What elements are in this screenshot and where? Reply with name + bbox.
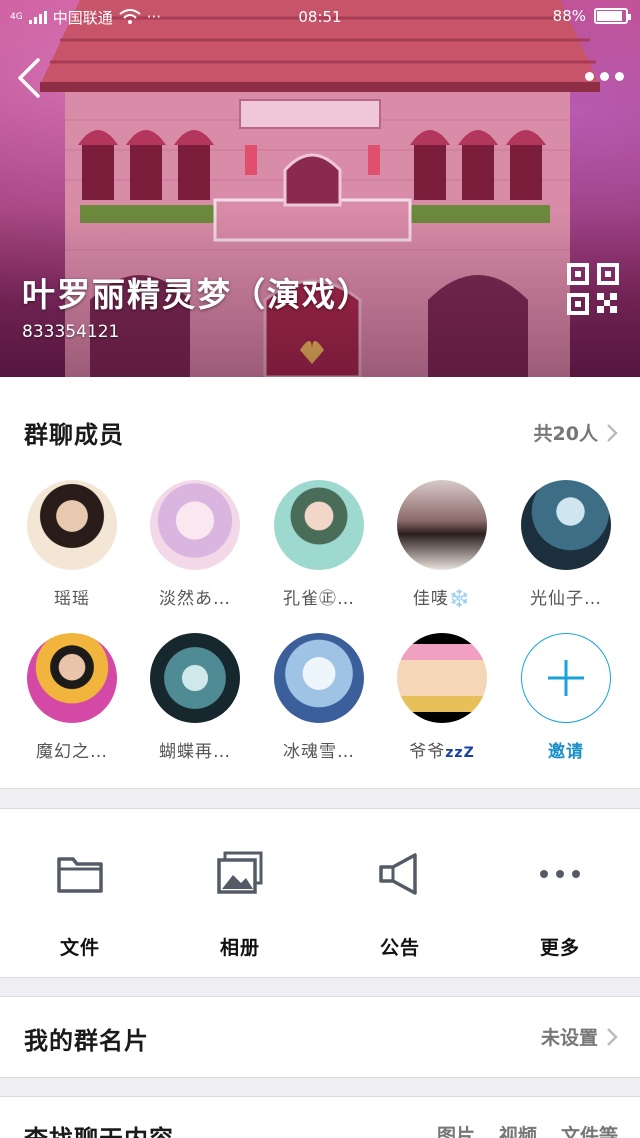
- member-name: 光仙子…: [530, 589, 602, 609]
- filter-images: 图片: [436, 1125, 475, 1138]
- member-item[interactable]: 冰魂雪…: [264, 633, 374, 762]
- chevron-right-icon: [607, 423, 618, 442]
- member-name: 魔幻之…: [36, 742, 108, 762]
- member-avatar: [397, 480, 487, 570]
- invite-circle: [521, 633, 611, 723]
- search-chat-label: 查找聊天内容: [24, 1119, 174, 1138]
- member-avatar: [274, 480, 364, 570]
- member-item[interactable]: 爷爷zzZ: [387, 633, 497, 762]
- back-button[interactable]: [14, 56, 44, 100]
- member-avatar: [274, 633, 364, 723]
- group-tools: 文件 相册 公告 更多: [0, 808, 640, 978]
- member-avatar: [150, 480, 240, 570]
- tool-label: 公告: [379, 937, 420, 959]
- battery-fill: [597, 11, 622, 21]
- filter-files: 文件等: [560, 1125, 618, 1138]
- my-group-card-value: 未设置: [540, 1027, 598, 1049]
- my-group-card-row[interactable]: 我的群名片 未设置: [0, 996, 640, 1078]
- member-avatar: [397, 633, 487, 723]
- member-avatar: [27, 480, 117, 570]
- members-title: 群聊成员: [24, 421, 124, 449]
- dot-icon: [585, 71, 594, 81]
- more-dots-icon: [540, 870, 580, 878]
- tool-label: 更多: [539, 937, 580, 959]
- group-id: 833354121: [22, 322, 120, 342]
- status-bar: 4G 中国联通 ··· 08:51 88%: [0, 0, 640, 34]
- invite-label: 邀请: [548, 742, 584, 762]
- dot-icon: [615, 71, 624, 81]
- member-item[interactable]: 蝴蝶再…: [140, 633, 250, 762]
- megaphone-icon: [379, 853, 417, 895]
- tool-label: 文件: [59, 937, 100, 959]
- member-item[interactable]: 淡然あ…: [140, 480, 250, 609]
- member-name-text: 爷爷: [409, 742, 446, 762]
- battery-icon: [594, 8, 631, 24]
- member-avatar: [521, 480, 611, 570]
- invite-button[interactable]: 邀请: [511, 633, 621, 762]
- member-name-text: 佳唛❄️: [412, 589, 472, 609]
- member-name: 蝴蝶再…: [159, 742, 231, 762]
- members-count-link[interactable]: 共20人: [534, 419, 618, 446]
- chevron-right-icon: [607, 1027, 618, 1046]
- member-item[interactable]: 光仙子…: [511, 480, 621, 609]
- member-name: 瑶瑶: [54, 589, 90, 609]
- member-avatar: [150, 633, 240, 723]
- members-count: 共20人: [533, 423, 598, 445]
- member-item[interactable]: 魔幻之…: [17, 633, 127, 762]
- group-cover-banner: [0, 0, 640, 377]
- more-options-button[interactable]: [580, 64, 624, 88]
- sleeping-zzz: zzZ: [445, 745, 475, 761]
- member-name: 佳唛❄️: [387, 584, 497, 609]
- tool-announcement[interactable]: 公告: [320, 849, 480, 960]
- my-group-card-label: 我的群名片: [24, 1027, 149, 1055]
- member-name: 孔雀㊣…: [283, 589, 355, 609]
- filter-videos: 视频: [498, 1125, 537, 1138]
- search-chat-row[interactable]: 查找聊天内容 图片 视频 文件等: [0, 1096, 640, 1138]
- member-item[interactable]: 瑶瑶: [17, 480, 127, 609]
- member-item[interactable]: 佳唛❄️: [387, 480, 497, 609]
- plus-icon: [548, 660, 584, 696]
- search-filters: 图片 视频 文件等: [437, 1121, 618, 1138]
- clock: 08:51: [298, 8, 342, 26]
- group-name: 叶罗丽精灵梦（演戏）: [22, 275, 372, 314]
- dot-icon: [600, 71, 609, 81]
- tool-more[interactable]: 更多: [480, 849, 640, 960]
- my-group-card-value-wrap: 未设置: [541, 1023, 618, 1050]
- battery-percent: 88%: [552, 7, 586, 25]
- member-item[interactable]: 孔雀㊣…: [264, 480, 374, 609]
- folder-icon: [57, 857, 103, 893]
- tool-album[interactable]: 相册: [160, 849, 320, 960]
- member-name: 爷爷zzZ: [387, 737, 497, 762]
- tool-files[interactable]: 文件: [0, 849, 160, 960]
- member-avatar: [27, 633, 117, 723]
- qr-code-icon[interactable]: [566, 262, 620, 316]
- tool-label: 相册: [219, 937, 260, 959]
- members-section: 群聊成员 共20人 瑶瑶 淡然あ… 孔雀㊣… 佳唛❄️ 光仙子… 魔幻之… 蝴蝶…: [0, 377, 640, 789]
- photo-album-icon: [217, 851, 263, 894]
- member-name: 冰魂雪…: [283, 742, 355, 762]
- member-name: 淡然あ…: [159, 589, 231, 609]
